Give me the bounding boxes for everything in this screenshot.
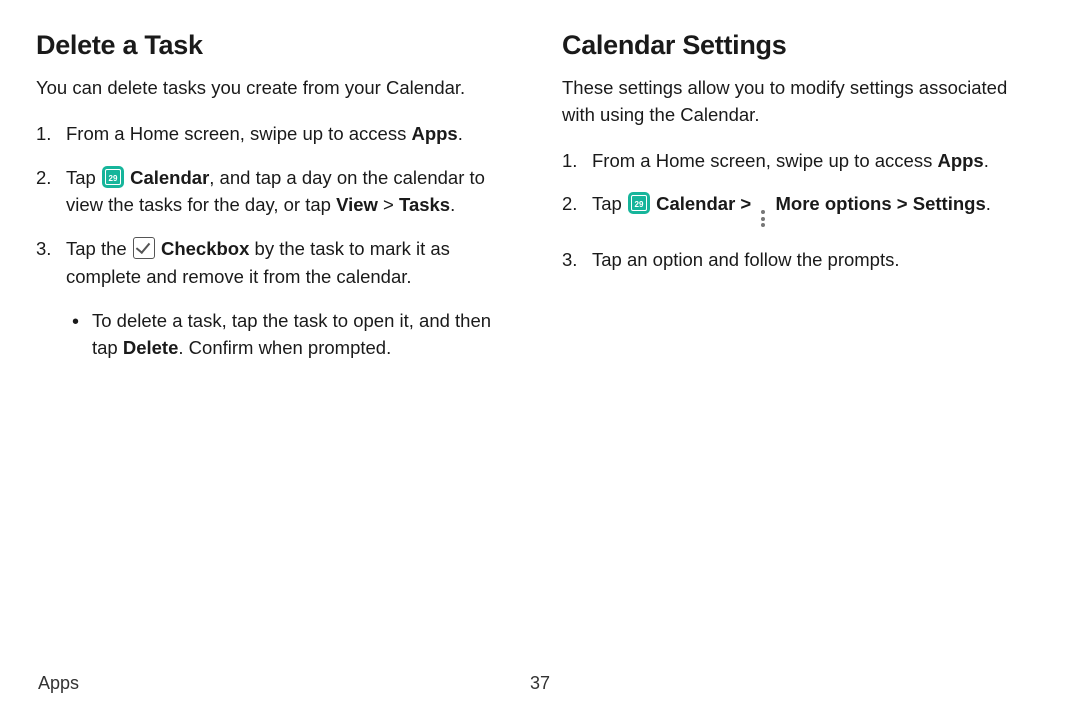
calendar-icon [102, 166, 124, 188]
footer: Apps 37 [36, 673, 1044, 700]
calendar-icon [628, 192, 650, 214]
step-item: From a Home screen, swipe up to access A… [36, 120, 518, 148]
step-item: Tap Calendar > More options > Settings. [562, 190, 1044, 230]
text: . Confirm when prompted. [178, 337, 391, 358]
text: Tap the [66, 238, 132, 259]
sub-bullet-list: To delete a task, tap the task to open i… [66, 307, 518, 363]
text: Tap [66, 167, 101, 188]
text: . [458, 123, 463, 144]
footer-section: Apps [38, 673, 79, 694]
page-number: 37 [530, 673, 550, 694]
content-columns: Delete a Task You can delete tasks you c… [36, 30, 1044, 673]
step-item: From a Home screen, swipe up to access A… [562, 147, 1044, 175]
steps-list: From a Home screen, swipe up to access A… [562, 147, 1044, 274]
bold-text: View [336, 194, 378, 215]
heading-delete-task: Delete a Task [36, 30, 518, 61]
text: > [735, 193, 756, 214]
bullet-item: To delete a task, tap the task to open i… [66, 307, 518, 363]
more-options-icon [756, 208, 770, 230]
bold-text: More options [776, 193, 892, 214]
left-column: Delete a Task You can delete tasks you c… [36, 30, 518, 673]
bold-text: Tasks [399, 194, 450, 215]
text: > [892, 193, 913, 214]
intro-text: These settings allow you to modify setti… [562, 75, 1044, 129]
intro-text: You can delete tasks you create from you… [36, 75, 518, 102]
bold-text: Calendar [130, 167, 209, 188]
right-column: Calendar Settings These settings allow y… [562, 30, 1044, 673]
step-item: Tap Calendar, and tap a day on the calen… [36, 164, 518, 220]
bold-text: Delete [123, 337, 179, 358]
text: From a Home screen, swipe up to access [66, 123, 411, 144]
text: From a Home screen, swipe up to access [592, 150, 937, 171]
step-item: Tap the Checkbox by the task to mark it … [36, 235, 518, 362]
text: Tap [592, 193, 627, 214]
bold-text: Calendar [656, 193, 735, 214]
checkbox-icon [133, 237, 155, 259]
text: . [986, 193, 991, 214]
heading-calendar-settings: Calendar Settings [562, 30, 1044, 61]
bold-text: Apps [937, 150, 983, 171]
text: > [378, 194, 399, 215]
bold-text: Apps [411, 123, 457, 144]
steps-list: From a Home screen, swipe up to access A… [36, 120, 518, 362]
text: . [984, 150, 989, 171]
step-item: Tap an option and follow the prompts. [562, 246, 1044, 274]
bold-text: Checkbox [161, 238, 249, 259]
bold-text: Settings [913, 193, 986, 214]
text: . [450, 194, 455, 215]
text: Tap an option and follow the prompts. [592, 249, 900, 270]
